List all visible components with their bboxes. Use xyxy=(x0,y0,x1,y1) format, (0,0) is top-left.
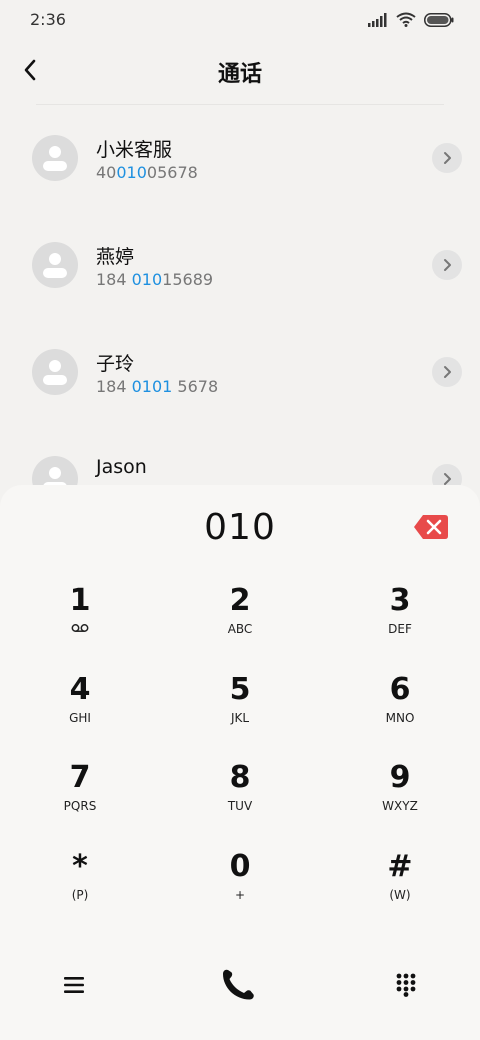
avatar xyxy=(32,349,78,395)
key-8[interactable]: 8 TUV xyxy=(180,760,300,840)
number-match: 0101 xyxy=(131,377,173,396)
keypad-toggle-button[interactable] xyxy=(376,955,436,1015)
battery-icon xyxy=(424,12,454,27)
backspace-button[interactable] xyxy=(412,513,450,541)
key-digit: * xyxy=(72,849,88,884)
contact-name: Jason xyxy=(96,456,147,478)
number-suffix: 05678 xyxy=(146,163,198,182)
contact-row[interactable]: 燕婷 184 01015689 xyxy=(0,212,480,319)
key-6[interactable]: 6 MNO xyxy=(340,672,460,752)
key-4[interactable]: 4 GHI xyxy=(20,672,140,752)
phone-icon xyxy=(223,969,254,1000)
contact-detail-button[interactable] xyxy=(432,464,462,485)
key-letters: ABC xyxy=(227,622,253,636)
key-digit: 4 xyxy=(69,672,91,707)
chevron-right-icon xyxy=(444,152,451,164)
contact-row[interactable]: Jason xyxy=(0,426,480,485)
key-7[interactable]: 7 PQRS xyxy=(20,760,140,840)
key-hash[interactable]: # (W) xyxy=(340,849,460,929)
number-match: 010 xyxy=(116,163,147,182)
key-letters: PQRS xyxy=(63,799,97,813)
menu-button[interactable] xyxy=(44,955,104,1015)
key-digit: 5 xyxy=(229,672,251,707)
key-letters: (P) xyxy=(71,888,89,902)
number-prefix: 184 xyxy=(96,377,132,396)
key-letters: WXYZ xyxy=(382,799,418,813)
key-1[interactable]: 1 xyxy=(20,583,140,663)
contact-number: 184 0101 5678 xyxy=(96,377,218,396)
key-digit: 9 xyxy=(389,760,411,795)
contact-row[interactable]: 小米客服 4001005678 xyxy=(0,105,480,212)
key-star[interactable]: * (P) xyxy=(20,849,140,929)
key-9[interactable]: 9 WXYZ xyxy=(340,760,460,840)
key-5[interactable]: 5 JKL xyxy=(180,672,300,752)
contact-number: 4001005678 xyxy=(96,163,198,182)
signal-icon xyxy=(368,12,387,27)
page-title: 通话 xyxy=(217,62,262,87)
contact-detail-button[interactable] xyxy=(432,250,462,280)
key-digit: 7 xyxy=(69,760,91,795)
status-time: 2:36 xyxy=(30,10,66,29)
avatar xyxy=(32,242,78,288)
key-letters: JKL xyxy=(230,711,250,725)
bottom-bar xyxy=(0,955,480,1015)
key-letters: (W) xyxy=(389,888,411,902)
key-0[interactable]: 0 + xyxy=(180,849,300,929)
backspace-icon xyxy=(414,515,448,539)
key-digit: 6 xyxy=(389,672,411,707)
key-digit: 8 xyxy=(229,760,251,795)
avatar xyxy=(32,456,78,485)
keypad-icon xyxy=(396,973,416,997)
key-letters: MNO xyxy=(385,711,415,725)
key-3[interactable]: 3 DEF xyxy=(340,583,460,663)
number-prefix: 184 xyxy=(96,270,132,289)
number-suffix: 15689 xyxy=(162,270,214,289)
contact-detail-button[interactable] xyxy=(432,357,462,387)
key-letters: + xyxy=(234,888,246,902)
key-digit: # xyxy=(387,849,413,884)
key-digit: 3 xyxy=(389,583,411,618)
chevron-right-icon xyxy=(444,259,451,271)
menu-icon xyxy=(64,977,84,993)
contact-name: 小米客服 xyxy=(96,139,173,161)
chevron-right-icon xyxy=(444,366,451,378)
call-button[interactable] xyxy=(210,955,270,1015)
chevron-right-icon xyxy=(444,473,451,485)
voicemail-icon xyxy=(71,624,89,632)
key-letters: GHI xyxy=(69,711,91,725)
key-2[interactable]: 2 ABC xyxy=(180,583,300,663)
number-prefix: 40 xyxy=(96,163,117,182)
contact-row[interactable]: 子玲 184 0101 5678 xyxy=(0,319,480,426)
key-digit: 0 xyxy=(229,849,251,884)
number-match: 010 xyxy=(131,270,163,289)
contact-detail-button[interactable] xyxy=(432,143,462,173)
dialed-number[interactable]: 010 xyxy=(0,507,480,548)
key-digit: 1 xyxy=(69,583,91,618)
header: 通话 xyxy=(0,40,480,104)
key-letters: DEF xyxy=(388,622,412,636)
contact-number: 184 01015689 xyxy=(96,270,213,289)
number-suffix: 5678 xyxy=(172,377,219,396)
key-digit: 2 xyxy=(229,583,251,618)
dial-panel: 010 1 2 ABC 3 DEF 4 GHI 5 JKL 6 MNO 7 PQ… xyxy=(0,485,480,1040)
wifi-icon xyxy=(396,12,416,27)
contact-name: 子玲 xyxy=(96,353,135,375)
avatar xyxy=(32,135,78,181)
status-icons xyxy=(368,12,454,27)
contact-list: 小米客服 4001005678 燕婷 184 01015689 子玲 184 0… xyxy=(0,105,480,485)
key-letters: TUV xyxy=(227,799,253,813)
status-bar: 2:36 xyxy=(0,0,480,40)
contact-name: 燕婷 xyxy=(96,246,135,268)
